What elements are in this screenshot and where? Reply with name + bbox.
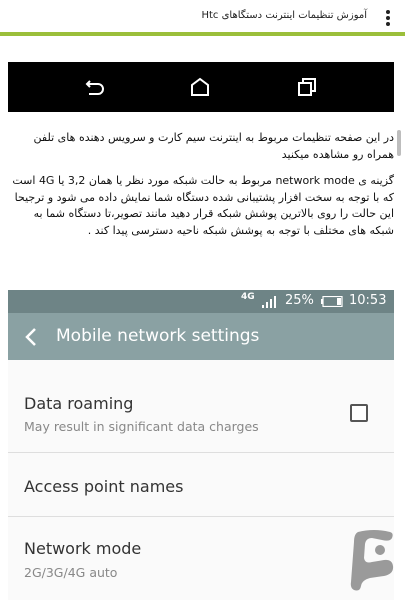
- recent-apps-icon: [298, 78, 316, 96]
- battery-percentage: 25%: [285, 293, 314, 308]
- home-icon: [191, 77, 209, 96]
- article-paragraph: در این صفحه تنظیمات مربوط به اینترنت سیم…: [33, 131, 394, 161]
- phone-screenshot: 4G 25% 10:53 Mobile network settings Dat…: [8, 290, 394, 600]
- more-vert-icon[interactable]: [385, 10, 391, 26]
- navigation-bar-screenshot: [8, 62, 394, 112]
- setting-subtitle: May result in significant data charges: [24, 419, 259, 434]
- divider: [8, 516, 394, 517]
- setting-title: Data roaming: [24, 394, 134, 413]
- back-arrow-icon[interactable]: [24, 327, 38, 347]
- back-icon: [85, 80, 104, 95]
- app-logo-icon: [350, 530, 394, 591]
- setting-subtitle: 2G/3G/4G auto: [24, 565, 118, 580]
- article-paragraph: گزینه ی network mode مربوط به حالت شبکه …: [12, 174, 394, 237]
- scrollbar-thumb[interactable]: [397, 130, 401, 156]
- phone-status-bar: 4G 25% 10:53: [8, 290, 394, 313]
- app-title: آموزش تنظیمات اینترنت دستگاهای Htc: [201, 10, 367, 21]
- divider: [8, 452, 394, 453]
- setting-title: Network mode: [24, 539, 142, 558]
- toolbar-title: Mobile network settings: [56, 326, 260, 346]
- setting-title: Access point names: [24, 477, 184, 496]
- phone-toolbar: Mobile network settings: [8, 313, 394, 360]
- article-text: در این صفحه تنظیمات مربوط به اینترنت سیم…: [10, 130, 394, 249]
- app-bar: آموزش تنظیمات اینترنت دستگاهای Htc: [0, 0, 405, 36]
- status-time: 10:53: [349, 293, 387, 308]
- signal-icon: [262, 296, 276, 308]
- network-type-indicator: 4G: [241, 292, 255, 302]
- battery-icon: [321, 296, 343, 307]
- data-roaming-checkbox[interactable]: [350, 404, 368, 422]
